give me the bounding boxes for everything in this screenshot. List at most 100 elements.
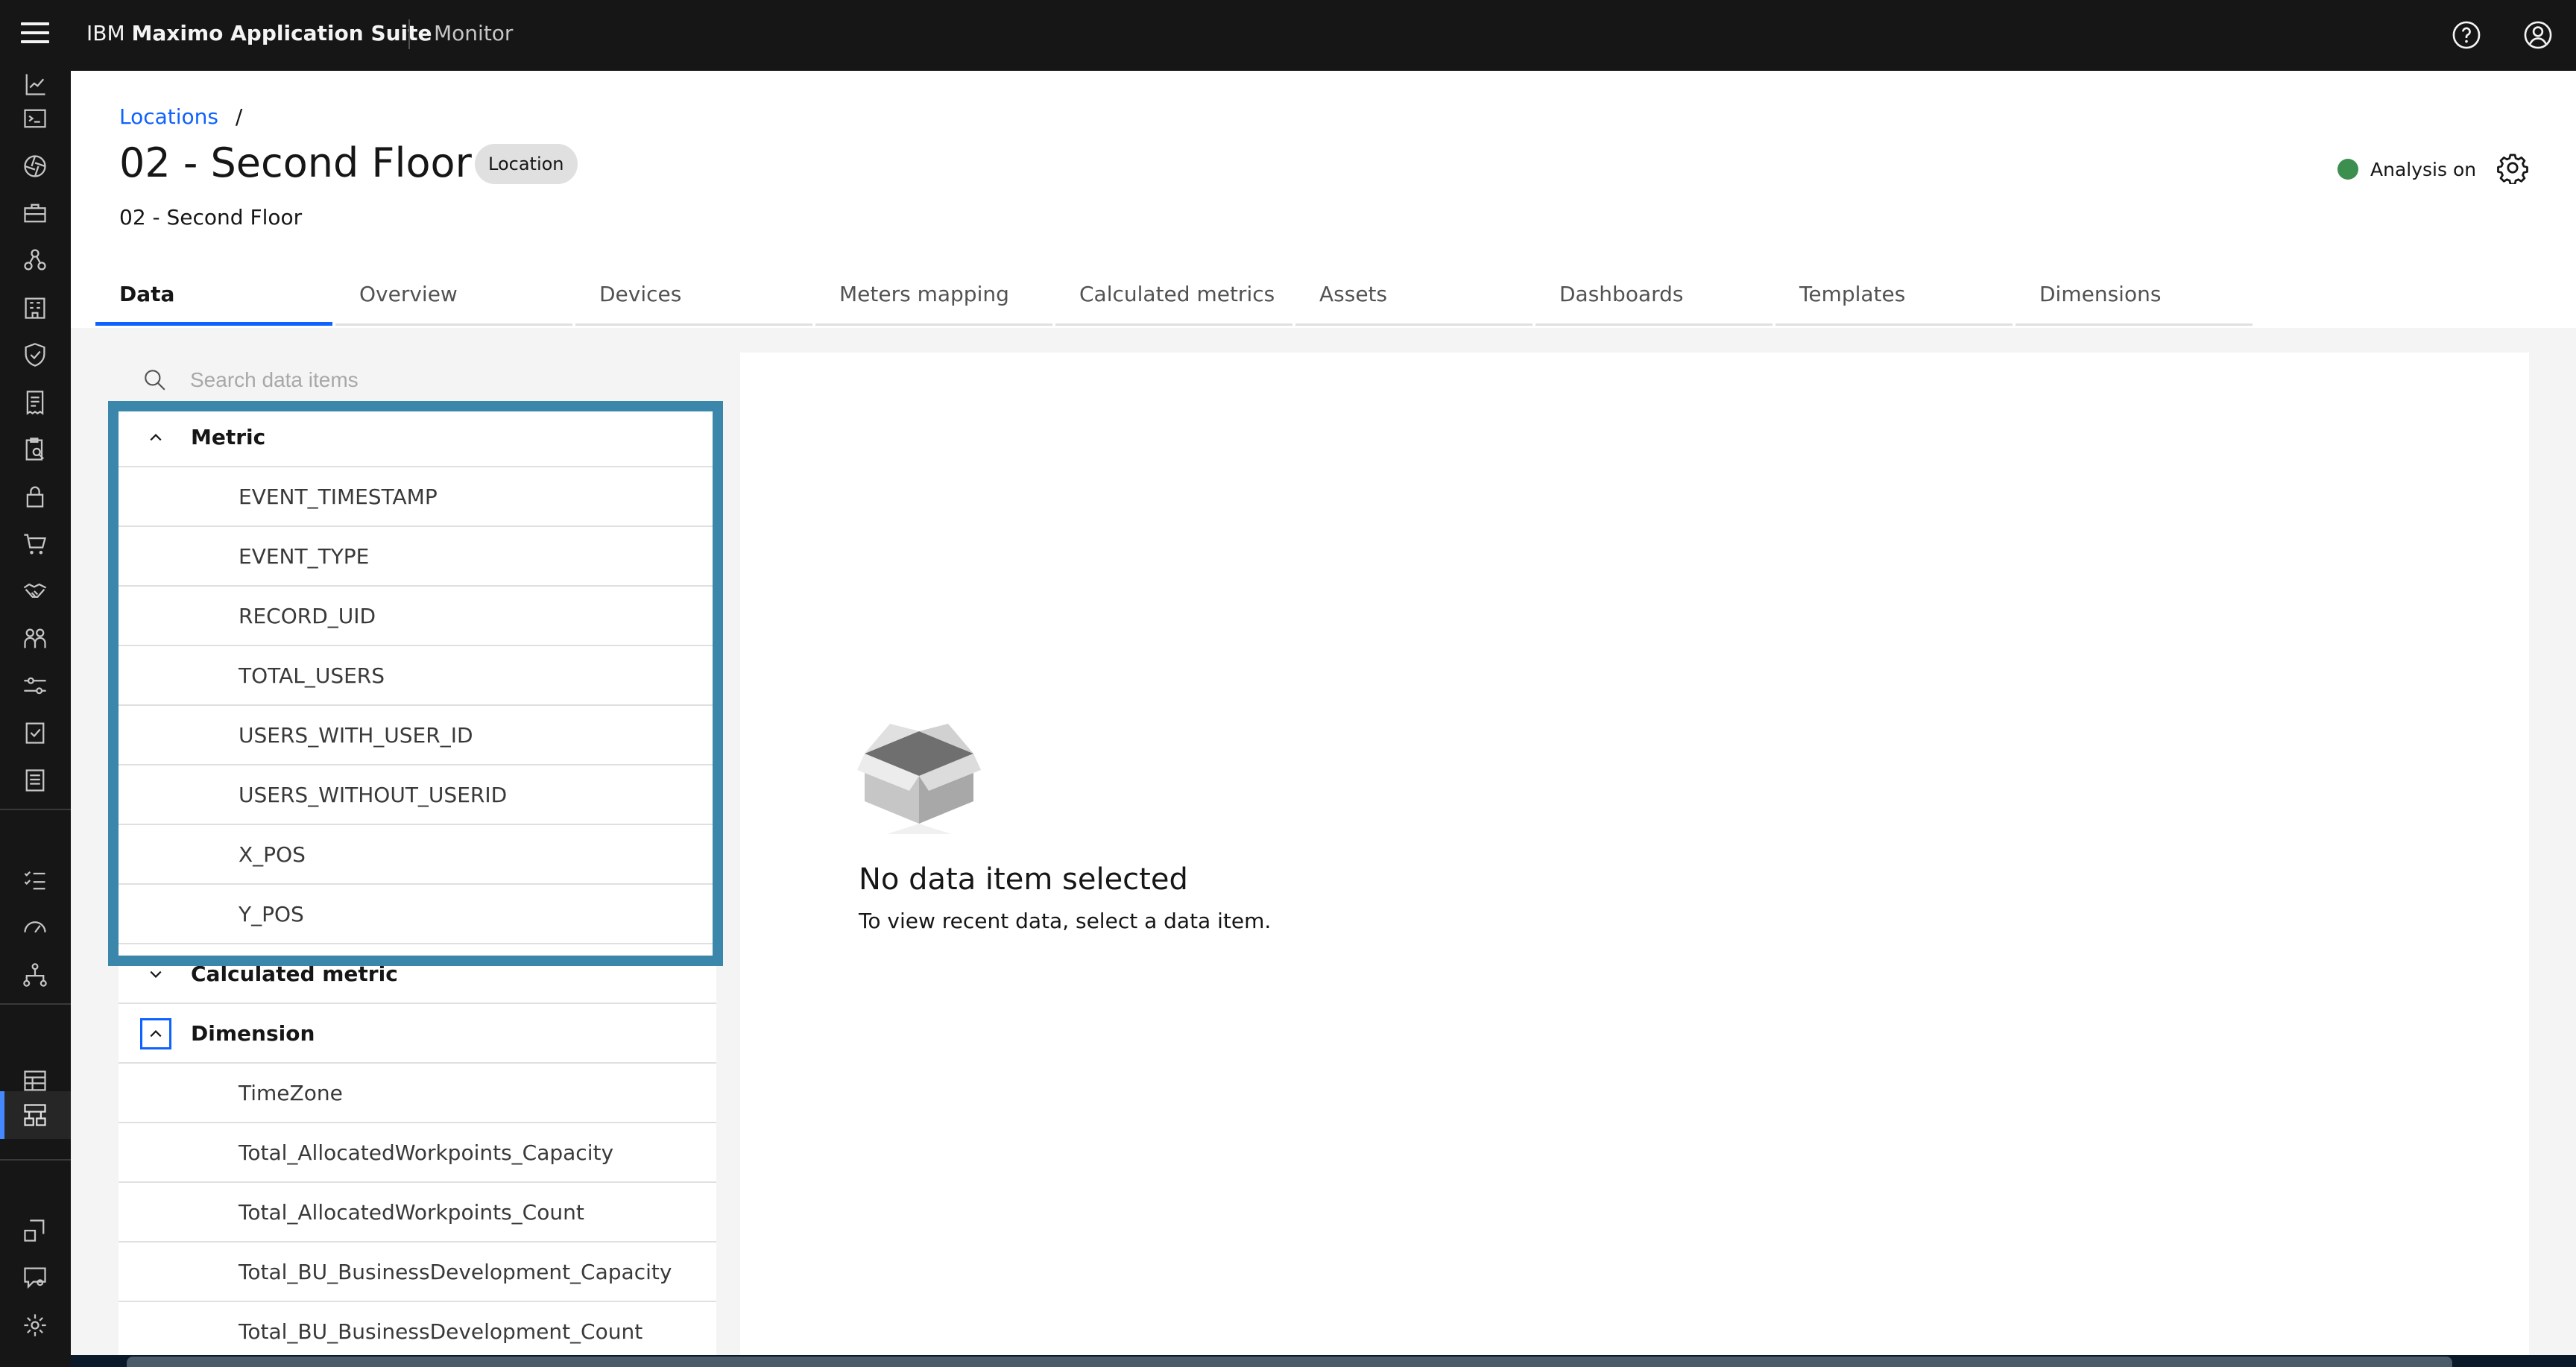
chat-settings-icon[interactable] (22, 1264, 48, 1291)
list-item[interactable]: Total_BU_BusinessDevelopment_Count (119, 1302, 716, 1362)
list-item[interactable]: EVENT_TIMESTAMP (119, 467, 716, 527)
user-avatar-icon[interactable] (2522, 19, 2554, 51)
list-item[interactable]: RECORD_UID (119, 587, 716, 646)
people-icon[interactable] (22, 625, 48, 652)
side-navigation-rail (0, 71, 71, 1367)
list-item[interactable]: TimeZone (119, 1064, 716, 1123)
empty-state-title: No data item selected (859, 862, 1188, 897)
group-label: Metric (191, 425, 266, 449)
list-item[interactable]: USERS_WITH_USER_ID (119, 706, 716, 765)
shield-check-icon[interactable] (22, 341, 48, 368)
network-icon[interactable] (22, 962, 48, 988)
cart-icon[interactable] (22, 531, 48, 558)
rail-divider (0, 809, 71, 810)
list-item[interactable]: EVENT_TYPE (119, 527, 716, 587)
list-item-label: Total_BU_BusinessDevelopment_Capacity (239, 1260, 672, 1284)
analysis-status: Analysis on (2337, 154, 2476, 184)
group-header-calculated-metric[interactable]: Calculated metric (119, 944, 716, 1004)
tab-dimensions[interactable]: Dimensions (2015, 272, 2253, 326)
list-item-label: Y_POS (239, 902, 304, 926)
tab-dashboards[interactable]: Dashboards (1535, 272, 1772, 326)
building-icon[interactable] (22, 294, 48, 321)
empty-state-description: To view recent data, select a data item. (859, 909, 1272, 933)
status-indicator (2337, 159, 2358, 180)
group-header-dimension[interactable]: Dimension (119, 1004, 716, 1064)
empty-box-icon (857, 724, 981, 834)
list-item[interactable]: Total_AllocatedWorkpoints_Capacity (119, 1123, 716, 1183)
chevron-up-icon[interactable] (140, 1018, 171, 1049)
page-subtitle: 02 - Second Floor (119, 205, 303, 230)
tab-assets[interactable]: Assets (1295, 272, 1532, 326)
list-item[interactable]: Total_BU_BusinessDevelopment_Capacity (119, 1243, 716, 1302)
checklist-icon[interactable] (22, 719, 48, 746)
list-item-label: Total_AllocatedWorkpoints_Count (239, 1200, 584, 1225)
chevron-up-icon[interactable] (142, 424, 169, 451)
breadcrumb-link-locations[interactable]: Locations (119, 104, 218, 129)
brand-name: Maximo Application Suite (131, 21, 432, 45)
group-label: Calculated metric (191, 962, 398, 986)
settings-icon[interactable] (22, 1312, 48, 1339)
entity-type-tag: Location (475, 144, 578, 184)
aperture-icon[interactable] (22, 153, 48, 180)
breadcrumb: Locations / (119, 104, 242, 129)
top-navigation-bar: IBM Maximo Application Suite Monitor (0, 0, 2576, 71)
product-name[interactable]: IBM Maximo Application Suite (86, 21, 432, 45)
list-item[interactable]: USERS_WITHOUT_USERID (119, 765, 716, 825)
list-item-label: EVENT_TYPE (239, 544, 370, 569)
report-icon[interactable] (22, 71, 48, 98)
list-item-label: USERS_WITH_USER_ID (239, 723, 473, 748)
gauge-icon[interactable] (22, 914, 48, 941)
list-item-label: Total_BU_BusinessDevelopment_Count (239, 1319, 643, 1344)
tab-devices[interactable]: Devices (575, 272, 812, 326)
list-item-label: X_POS (239, 842, 306, 867)
tab-overview[interactable]: Overview (335, 272, 572, 326)
list-item-label: TOTAL_USERS (239, 663, 385, 688)
breadcrumb-separator: / (235, 104, 243, 129)
list-item[interactable]: TOTAL_USERS (119, 646, 716, 706)
tab-meters-mapping[interactable]: Meters mapping (815, 272, 1052, 326)
clipboard-search-icon[interactable] (22, 436, 48, 463)
brand-prefix: IBM (86, 21, 125, 45)
analysis-status-label: Analysis on (2370, 158, 2477, 180)
list-item-label: RECORD_UID (239, 604, 376, 628)
app-name: Monitor (434, 21, 514, 45)
list-item-label: TimeZone (239, 1081, 343, 1105)
data-item-list-panel: Metric EVENT_TIMESTAMP EVENT_TYPE RECORD… (119, 353, 716, 1367)
lock-icon[interactable] (22, 483, 48, 510)
terminal-icon[interactable] (22, 105, 48, 132)
rail-divider (0, 1159, 71, 1161)
tab-data[interactable]: Data (95, 272, 332, 326)
search-icon (145, 370, 165, 391)
table-icon[interactable] (22, 1067, 48, 1094)
location-search-icon[interactable] (22, 1217, 48, 1244)
tab-calculated-metrics[interactable]: Calculated metrics (1055, 272, 1292, 326)
list-item-label: EVENT_TIMESTAMP (239, 484, 438, 509)
gear-icon[interactable] (2496, 151, 2529, 186)
list-item-label: USERS_WITHOUT_USERID (239, 783, 508, 807)
page-title: 02 - Second Floor (119, 139, 472, 186)
hierarchy-icon[interactable] (22, 247, 48, 274)
search-input[interactable] (190, 353, 704, 408)
search-bar (119, 353, 716, 408)
list-item[interactable]: Y_POS (119, 885, 716, 944)
list-item[interactable]: X_POS (119, 825, 716, 885)
toolbox-icon[interactable] (22, 200, 48, 227)
chevron-down-icon[interactable] (142, 961, 169, 988)
data-structure-icon[interactable] (22, 1102, 48, 1128)
tab-templates[interactable]: Templates (1775, 272, 2012, 326)
list-item[interactable]: Total_AllocatedWorkpoints_Count (119, 1183, 716, 1243)
group-label: Dimension (191, 1021, 315, 1046)
rail-divider (0, 1003, 71, 1005)
page-header: Locations / 02 - Second Floor Location 0… (71, 71, 2576, 328)
document-list-icon[interactable] (22, 767, 48, 794)
list-item-label: Total_AllocatedWorkpoints_Capacity (239, 1140, 614, 1165)
group-header-metric[interactable]: Metric (119, 408, 716, 467)
handshake-icon[interactable] (22, 578, 48, 604)
receipt-icon[interactable] (22, 389, 48, 416)
topbar-divider (408, 19, 410, 49)
sliders-icon[interactable] (22, 672, 48, 699)
taskbar (127, 1357, 2452, 1367)
help-icon[interactable] (2451, 19, 2482, 51)
menu-icon[interactable] (21, 22, 49, 48)
task-list-icon[interactable] (22, 867, 48, 894)
